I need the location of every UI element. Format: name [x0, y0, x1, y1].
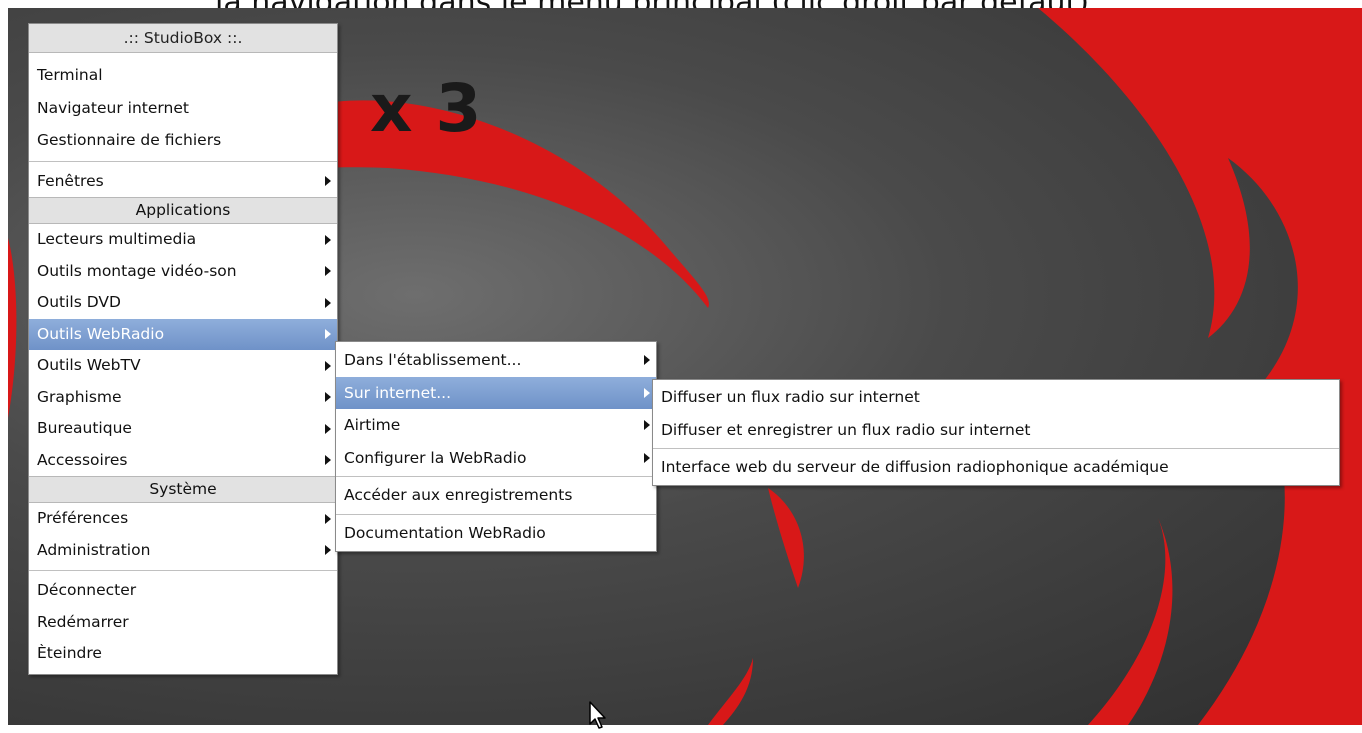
menu-item-label: Outils DVD — [37, 293, 121, 311]
menu-item-label: Déconnecter — [37, 581, 137, 599]
webradio-submenu: Dans l'établissement... Sur internet... … — [335, 341, 657, 552]
wallpaper-right-blade — [1088, 518, 1173, 725]
menu-item-label: Airtime — [344, 416, 401, 434]
submenu-arrow-icon — [644, 452, 650, 463]
submenu-arrow-icon — [325, 423, 331, 434]
menu-item-broadcast-stream[interactable]: Diffuser un flux radio sur internet — [653, 381, 1339, 414]
menu-item-label: Interface web du serveur de diffusion ra… — [661, 458, 1169, 476]
menu-item-label: Administration — [37, 540, 151, 559]
menu-separator — [336, 476, 656, 477]
menu-item-shutdown[interactable]: Èteindre — [29, 638, 337, 670]
menu-item-label: Sur internet... — [344, 383, 452, 402]
menu-item-label: Documentation WebRadio — [344, 523, 546, 542]
menu-item-label: Configurer la WebRadio — [344, 448, 527, 467]
menu-item-webtv-tools[interactable]: Outils WebTV — [29, 350, 337, 382]
wallpaper-bottom-streak — [708, 658, 753, 725]
menu-item-label: Préférences — [37, 509, 129, 527]
wallpaper-right-swirl — [1038, 8, 1362, 725]
menu-item-label: Outils WebTV — [37, 356, 141, 374]
menu-item-reboot[interactable]: Redémarrer — [29, 607, 337, 639]
submenu-arrow-icon — [325, 234, 331, 245]
menu-item-airtime[interactable]: Airtime — [336, 409, 656, 442]
menu-item-graphics[interactable]: Graphisme — [29, 382, 337, 414]
main-menu-title: .:: StudioBox ::. — [29, 24, 337, 53]
menu-item-preferences[interactable]: Préférences — [29, 503, 337, 535]
section-header-applications: Applications — [29, 197, 337, 224]
menu-item-label: Diffuser un flux radio sur internet — [661, 388, 920, 406]
menu-item-label: Terminal — [37, 66, 103, 84]
menu-item-logout[interactable]: Déconnecter — [29, 575, 337, 607]
menu-item-label: Accéder aux enregistrements — [344, 486, 573, 504]
menu-item-windows[interactable]: Fenêtres — [29, 166, 337, 198]
menu-item-label: Fenêtres — [37, 171, 104, 190]
menu-item-broadcast-and-record[interactable]: Diffuser et enregistrer un flux radio su… — [653, 414, 1339, 447]
menu-item-file-manager[interactable]: Gestionnaire de fichiers — [29, 124, 337, 157]
menu-item-label: Navigateur internet — [37, 98, 189, 117]
menu-item-webradio-tools[interactable]: Outils WebRadio — [29, 318, 337, 350]
menu-item-webradio-docs[interactable]: Documentation WebRadio — [336, 517, 656, 550]
wallpaper-left-arc — [8, 238, 17, 418]
menu-item-terminal[interactable]: Terminal — [29, 59, 337, 92]
menu-item-administration[interactable]: Administration — [29, 535, 337, 567]
menu-item-web-browser[interactable]: Navigateur internet — [29, 92, 337, 125]
submenu-arrow-icon — [644, 420, 650, 431]
menu-item-label: Lecteurs multimedia — [37, 230, 197, 248]
menu-item-label: Graphisme — [37, 387, 122, 406]
page-caption: la navigation dans le menu principal (cl… — [215, 0, 1089, 8]
menu-separator — [29, 570, 337, 571]
menu-item-label: Outils WebRadio — [37, 324, 165, 343]
submenu-arrow-icon — [325, 266, 331, 277]
menu-item-access-recordings[interactable]: Accéder aux enregistrements — [336, 479, 656, 512]
submenu-arrow-icon — [325, 513, 331, 524]
submenu-arrow-icon — [325, 392, 331, 403]
menu-item-accessories[interactable]: Accessoires — [29, 445, 337, 477]
submenu-arrow-icon — [325, 329, 331, 340]
wallpaper-brand-text: x 3 — [370, 70, 482, 147]
menu-item-label: Gestionnaire de fichiers — [37, 131, 222, 149]
menu-item-label: Outils montage vidéo-son — [37, 261, 237, 280]
menu-item-on-internet[interactable]: Sur internet... — [336, 376, 656, 409]
menu-item-dvd-tools[interactable]: Outils DVD — [29, 287, 337, 319]
menu-item-label: Redémarrer — [37, 612, 129, 631]
menu-item-in-school[interactable]: Dans l'établissement... — [336, 344, 656, 377]
submenu-arrow-icon — [644, 355, 650, 366]
internet-submenu: Diffuser un flux radio sur internet Diff… — [652, 379, 1340, 486]
menu-item-video-editing-tools[interactable]: Outils montage vidéo-son — [29, 256, 337, 288]
submenu-arrow-icon — [325, 360, 331, 371]
menu-item-label: Èteindre — [37, 644, 102, 662]
menu-item-web-interface[interactable]: Interface web du serveur de diffusion ra… — [653, 451, 1339, 484]
menu-item-office[interactable]: Bureautique — [29, 413, 337, 445]
mouse-pointer-icon — [589, 701, 606, 729]
submenu-arrow-icon — [325, 297, 331, 308]
menu-item-configure-webradio[interactable]: Configurer la WebRadio — [336, 442, 656, 475]
menu-item-label: Diffuser et enregistrer un flux radio su… — [661, 420, 1031, 439]
menu-item-label: Bureautique — [37, 419, 132, 437]
menu-separator — [29, 160, 337, 162]
submenu-arrow-icon — [325, 545, 331, 556]
menu-item-label: Dans l'établissement... — [344, 351, 522, 369]
main-menu: .:: StudioBox ::. Terminal Navigateur in… — [28, 23, 338, 675]
submenu-arrow-icon — [644, 387, 650, 398]
menu-item-label: Accessoires — [37, 450, 128, 469]
submenu-arrow-icon — [325, 455, 331, 466]
submenu-arrow-icon — [325, 176, 331, 187]
section-header-system: Système — [29, 476, 337, 503]
wallpaper-mid-splash — [768, 488, 804, 588]
menu-separator — [653, 448, 1339, 449]
menu-item-media-players[interactable]: Lecteurs multimedia — [29, 224, 337, 256]
menu-separator — [336, 513, 656, 515]
